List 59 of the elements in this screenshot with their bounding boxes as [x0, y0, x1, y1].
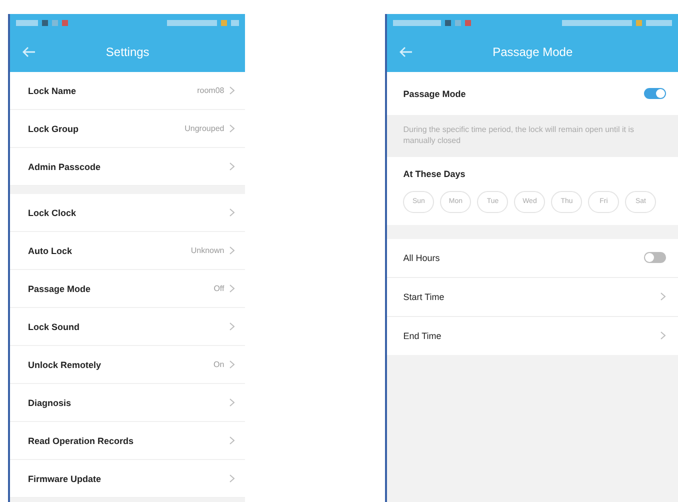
status-icon	[393, 20, 442, 26]
settings-row[interactable]: Lock Name room08	[10, 72, 246, 110]
row-label: Diagnosis	[28, 398, 72, 408]
status-icon	[562, 20, 632, 26]
chevron-icon	[660, 292, 666, 302]
row-label: Lock Clock	[28, 208, 76, 218]
settings-row[interactable]: Unlock Remotely On	[10, 346, 246, 384]
row-label: Read Operation Records	[28, 436, 134, 446]
row-label: Lock Group	[28, 124, 79, 134]
chevron-icon	[660, 331, 666, 340]
settings-row[interactable]: Lock Group Ungrouped	[10, 110, 246, 148]
settings-row[interactable]: Firmware Update	[10, 460, 246, 498]
row-label: All Hours	[403, 252, 440, 263]
row-label: End Time	[403, 330, 442, 341]
chevron-icon	[229, 124, 236, 133]
time-row[interactable]: Start Time	[387, 276, 678, 316]
row-value: room08	[197, 86, 224, 95]
settings-row[interactable]: Read Operation Records	[10, 422, 246, 460]
chevron-icon	[229, 398, 236, 407]
chevron-icon	[229, 208, 236, 217]
row-label: Lock Sound	[28, 322, 80, 332]
chevron-icon	[229, 474, 236, 483]
chevron-icon	[229, 322, 236, 331]
row-label: Lock Name	[28, 86, 76, 96]
settings-row[interactable]: Lock Clock	[10, 194, 246, 232]
status-icon	[167, 20, 218, 26]
toggle-switch[interactable]	[644, 252, 666, 264]
row-label: Firmware Update	[28, 474, 102, 484]
screen-title: Passage Mode	[492, 45, 573, 59]
chevron-icon	[229, 86, 236, 95]
chevron-icon	[229, 436, 236, 445]
settings-row[interactable]: Diagnosis	[10, 384, 246, 422]
row-label: Start Time	[403, 292, 444, 302]
status-icon	[646, 20, 672, 26]
settings-row[interactable]: Admin Passcode	[10, 148, 246, 186]
settings-row[interactable]: Auto Lock Unknown	[10, 232, 246, 270]
row-value: Ungrouped	[184, 124, 224, 133]
time-row[interactable]: End Time	[387, 316, 678, 355]
row-label: Passage Mode	[403, 88, 466, 98]
row-value: Off	[214, 284, 224, 293]
toggle-switch[interactable]	[644, 88, 666, 99]
row-label: Admin Passcode	[28, 162, 101, 172]
chevron-icon	[229, 162, 236, 171]
back-arrow-icon[interactable]	[22, 46, 36, 58]
status-icon	[16, 20, 38, 26]
settings-row[interactable]: Passage Mode Off	[10, 270, 246, 308]
status-icon	[636, 20, 642, 26]
back-arrow-icon[interactable]	[399, 46, 414, 58]
row-value: On	[214, 360, 224, 369]
section-label: At These Days	[403, 168, 466, 179]
chevron-icon	[229, 246, 236, 255]
row-label: Unlock Remotely	[28, 360, 102, 370]
chevron-icon	[229, 284, 236, 293]
row-value: Unknown	[190, 246, 224, 255]
chevron-icon	[229, 360, 236, 369]
settings-row[interactable]: Lock Sound	[10, 308, 246, 346]
screen-title: Settings	[106, 45, 150, 59]
row-label: Passage Mode	[28, 284, 91, 294]
row-label: Auto Lock	[28, 246, 72, 256]
